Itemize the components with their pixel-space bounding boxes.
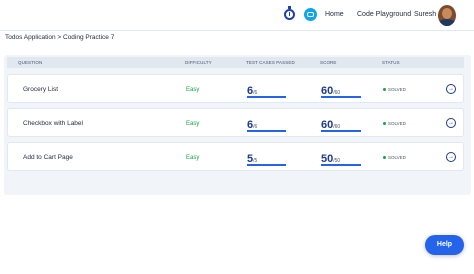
test-cases-progress [247,130,286,132]
chat-icon[interactable] [304,8,317,21]
top-bar: Home Code Playground Suresh [0,0,474,31]
status-badge: SOLVED [383,121,406,126]
test-cases-progress [247,164,286,166]
timer-icon[interactable] [284,6,295,20]
solved-dot-icon [383,88,386,92]
solved-dot-icon [383,122,386,126]
table-row[interactable]: Grocery List Easy 6/6 60/60 SOLVED → [7,74,464,103]
nav-code-playground-link[interactable]: Code Playground [357,11,411,18]
score-progress [321,130,361,132]
user-name[interactable]: Suresh [414,11,436,18]
question-title[interactable]: Checkbox with Label [23,120,83,127]
difficulty-label: Easy [186,155,200,161]
avatar[interactable] [438,5,456,26]
header-status: STATUS [382,60,400,65]
table-header: QUESTION DIFFICULTY TEST CASES PASSED SC… [7,57,464,68]
question-title[interactable]: Add to Cart Page [23,154,73,161]
status-badge: SOLVED [383,155,406,160]
header-difficulty: DIFFICULTY [185,60,212,65]
solved-dot-icon [383,156,386,160]
score-progress [321,96,361,98]
header-question: QUESTION [18,60,43,65]
header-score: SCORE [320,60,337,65]
breadcrumb: Todos Application > Coding Practice 7 [5,34,115,41]
status-badge: SOLVED [383,87,406,92]
score-progress [321,164,361,166]
header-test-cases: TEST CASES PASSED [246,60,295,65]
table-row[interactable]: Add to Cart Page Easy 5/5 50/50 SOLVED → [7,142,464,171]
arrow-right-circle-icon[interactable]: → [446,152,456,162]
question-title[interactable]: Grocery List [23,86,58,93]
arrow-right-circle-icon[interactable]: → [446,84,456,94]
difficulty-label: Easy [186,121,200,127]
arrow-right-circle-icon[interactable]: → [446,118,456,128]
table-row[interactable]: Checkbox with Label Easy 6/6 60/60 SOLVE… [7,108,464,137]
test-cases-progress [247,96,286,98]
difficulty-label: Easy [186,87,200,93]
nav-home-link[interactable]: Home [325,11,344,18]
help-button[interactable]: Help [425,235,464,255]
